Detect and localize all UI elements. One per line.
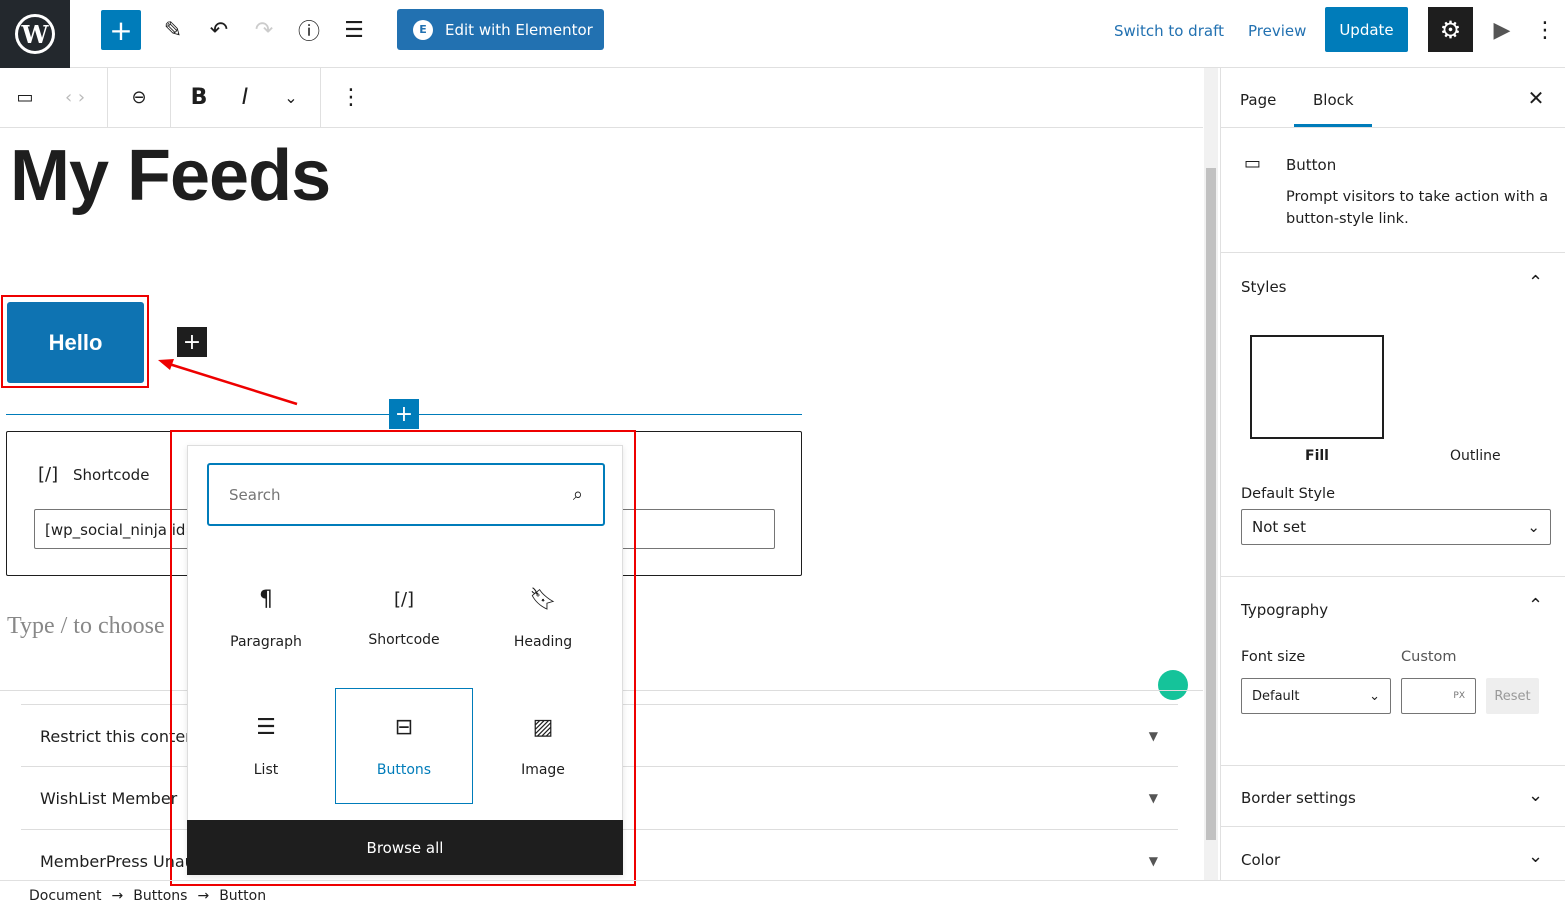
breadcrumb-buttons[interactable]: Buttons [133, 888, 187, 904]
bold-icon[interactable]: B [186, 85, 212, 110]
button-block-icon: ▭ [1244, 153, 1262, 174]
custom-size-input[interactable]: PX [1401, 678, 1476, 714]
divider [107, 68, 108, 128]
block-name: Button [1286, 156, 1337, 174]
typography-heading[interactable]: Typography [1241, 601, 1328, 619]
chevron-up-icon[interactable]: ⌃ [1528, 595, 1543, 616]
breadcrumb-document[interactable]: Document [29, 888, 102, 904]
arrow-icon: → [197, 888, 210, 904]
tab-page[interactable]: Page [1240, 91, 1276, 109]
hello-button[interactable]: Hello [7, 302, 144, 383]
scrollbar[interactable] [1204, 68, 1218, 880]
chevron-down-icon: ⌄ [1369, 688, 1380, 704]
undo-icon[interactable]: ↶ [204, 15, 234, 45]
move-arrows-icon[interactable]: ‹ › [55, 85, 95, 109]
elementor-icon: E [413, 19, 433, 40]
grammarly-icon[interactable] [1158, 670, 1188, 700]
chevron-down-icon[interactable]: ⌄ [1528, 846, 1543, 867]
custom-size-label: Custom [1401, 649, 1457, 665]
breadcrumb-button[interactable]: Button [219, 888, 266, 904]
font-size-label: Font size [1241, 649, 1306, 665]
divider [1221, 826, 1565, 827]
chevron-up-icon[interactable]: ⌃ [1528, 272, 1543, 293]
button-block-icon[interactable]: ▭ [12, 85, 38, 109]
list-view-icon[interactable]: ☰ [339, 15, 369, 45]
edit-pencil-icon[interactable]: ✎ [158, 15, 188, 45]
preview-link[interactable]: Preview [1248, 22, 1306, 40]
caret-down-icon: ▼ [1148, 854, 1158, 868]
default-style-select[interactable]: Not set ⌄ [1241, 509, 1551, 545]
style-fill-label: Fill [1305, 448, 1329, 464]
divider [1221, 252, 1565, 253]
divider [1221, 576, 1565, 577]
block-placeholder[interactable]: Type / to choose [7, 613, 165, 640]
default-style-label: Default Style [1241, 486, 1336, 502]
info-icon[interactable]: ⓘ [294, 15, 324, 45]
block-toolbar [0, 68, 1203, 128]
arrow-icon: → [111, 888, 124, 904]
divider [170, 68, 171, 128]
page-title[interactable]: My Feeds [10, 135, 331, 217]
divider [320, 68, 321, 128]
block-description: Prompt visitors to take action with a bu… [1286, 189, 1549, 227]
settings-gear-icon[interactable]: ⚙ [1428, 7, 1473, 52]
color-heading[interactable]: Color [1241, 851, 1280, 869]
wordpress-icon: W [15, 14, 55, 54]
shortcode-label: Shortcode [73, 466, 150, 484]
style-fill-preview[interactable] [1250, 335, 1384, 439]
styles-heading[interactable]: Styles [1241, 278, 1287, 296]
chevron-down-icon[interactable]: ⌄ [278, 85, 304, 109]
add-block-button[interactable]: + [101, 10, 141, 50]
shortcode-icon: [/] [38, 464, 59, 485]
divider [1221, 765, 1565, 766]
border-settings-heading[interactable]: Border settings [1241, 789, 1356, 807]
more-options-icon[interactable]: ⋮ [1534, 15, 1556, 45]
breadcrumb: Document → Buttons → Button [0, 880, 1565, 904]
edit-with-elementor-button[interactable]: E Edit with Elementor [397, 9, 604, 50]
block-options-icon[interactable]: ⋮ [338, 85, 364, 110]
plugin-logo-icon[interactable]: ▶ [1486, 14, 1518, 46]
link-icon[interactable]: ⊖ [124, 85, 154, 109]
divider [1221, 127, 1565, 128]
italic-icon[interactable]: I [232, 85, 258, 110]
close-icon[interactable]: ✕ [1524, 86, 1548, 110]
redo-icon[interactable]: ↷ [249, 15, 279, 45]
annotation-arrow [158, 359, 298, 406]
add-block-inline-button[interactable]: + [177, 327, 207, 357]
chevron-down-icon: ⌄ [1527, 518, 1540, 536]
chevron-down-icon[interactable]: ⌄ [1528, 785, 1543, 806]
inserter-plus-button[interactable]: + [389, 399, 419, 429]
font-size-select[interactable]: Default ⌄ [1241, 678, 1391, 714]
annotation-box [170, 430, 636, 886]
caret-down-icon: ▼ [1148, 729, 1158, 743]
switch-to-draft-link[interactable]: Switch to draft [1114, 22, 1224, 40]
update-button[interactable]: Update [1325, 7, 1408, 52]
tab-block[interactable]: Block [1313, 91, 1354, 109]
reset-button[interactable]: Reset [1486, 678, 1539, 714]
caret-down-icon: ▼ [1148, 791, 1158, 805]
wordpress-logo[interactable]: W [0, 0, 70, 68]
style-outline-label[interactable]: Outline [1450, 448, 1501, 464]
